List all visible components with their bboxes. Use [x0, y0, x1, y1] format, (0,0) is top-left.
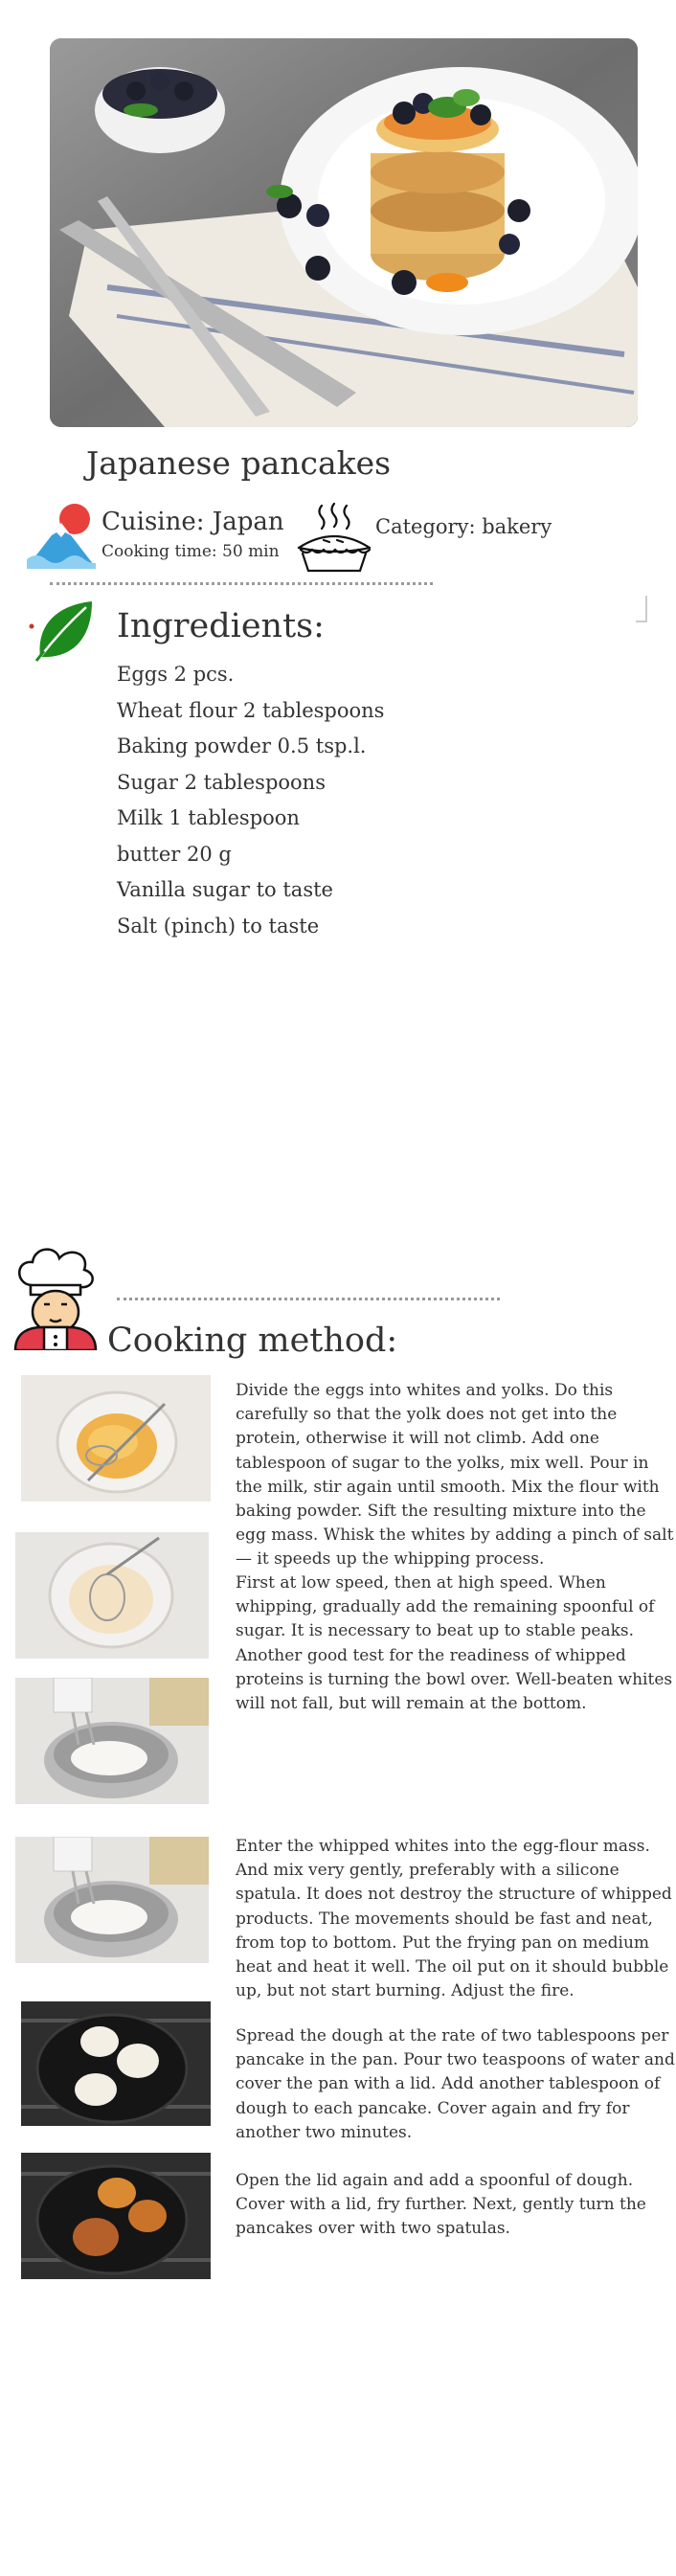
ingredient-item: Eggs 2 pcs. [117, 663, 235, 686]
ingredients-heading: Ingredients: [117, 607, 325, 645]
cooking-time: Cooking time: 50 min [101, 542, 280, 561]
step-photo [15, 1678, 209, 1804]
ingredients-list: Eggs 2 pcs. Wheat flour 2 tablespoons Ba… [117, 657, 384, 944]
dotted-divider [117, 1298, 500, 1300]
method-heading: Cooking method: [107, 1322, 398, 1360]
method-step: First at low speed, then at high speed. … [236, 1573, 673, 1714]
step-photo [21, 1375, 211, 1502]
method-step: Divide the eggs into whites and yolks. D… [236, 1381, 674, 1570]
leaf-icon [33, 598, 96, 663]
dotted-divider [50, 582, 433, 585]
mount-fuji-icon [27, 500, 103, 569]
pie-icon [293, 500, 375, 576]
step-photo [21, 2001, 211, 2126]
ingredient-item: Sugar 2 tablespoons [117, 770, 326, 794]
cuisine-label: Cuisine: Japan [101, 508, 284, 536]
chef-icon [8, 1243, 101, 1352]
step-photo [15, 1837, 209, 1963]
step-photo [21, 2153, 211, 2279]
step-photo [15, 1532, 209, 1659]
ingredient-item: butter 20 g [117, 842, 232, 866]
method-step: Open the lid again and add a spoonful of… [236, 2171, 646, 2239]
ingredient-item: Vanilla sugar to taste [117, 878, 333, 901]
recipe-title: Japanese pancakes [86, 444, 392, 482]
ingredient-item: Baking powder 0.5 tsp.l. [117, 734, 367, 757]
ingredient-item: Salt (pinch) to taste [117, 914, 320, 938]
ingredient-item: Milk 1 tablespoon [117, 806, 300, 829]
ingredient-item: Wheat flour 2 tablespoons [117, 698, 385, 722]
method-step: Spread the dough at the rate of two tabl… [236, 2026, 675, 2142]
hero-photo [50, 38, 638, 427]
corner-mark [636, 596, 647, 622]
method-step: Enter the whipped whites into the egg-fl… [236, 1837, 672, 2001]
category-label: Category: bakery [375, 515, 552, 538]
